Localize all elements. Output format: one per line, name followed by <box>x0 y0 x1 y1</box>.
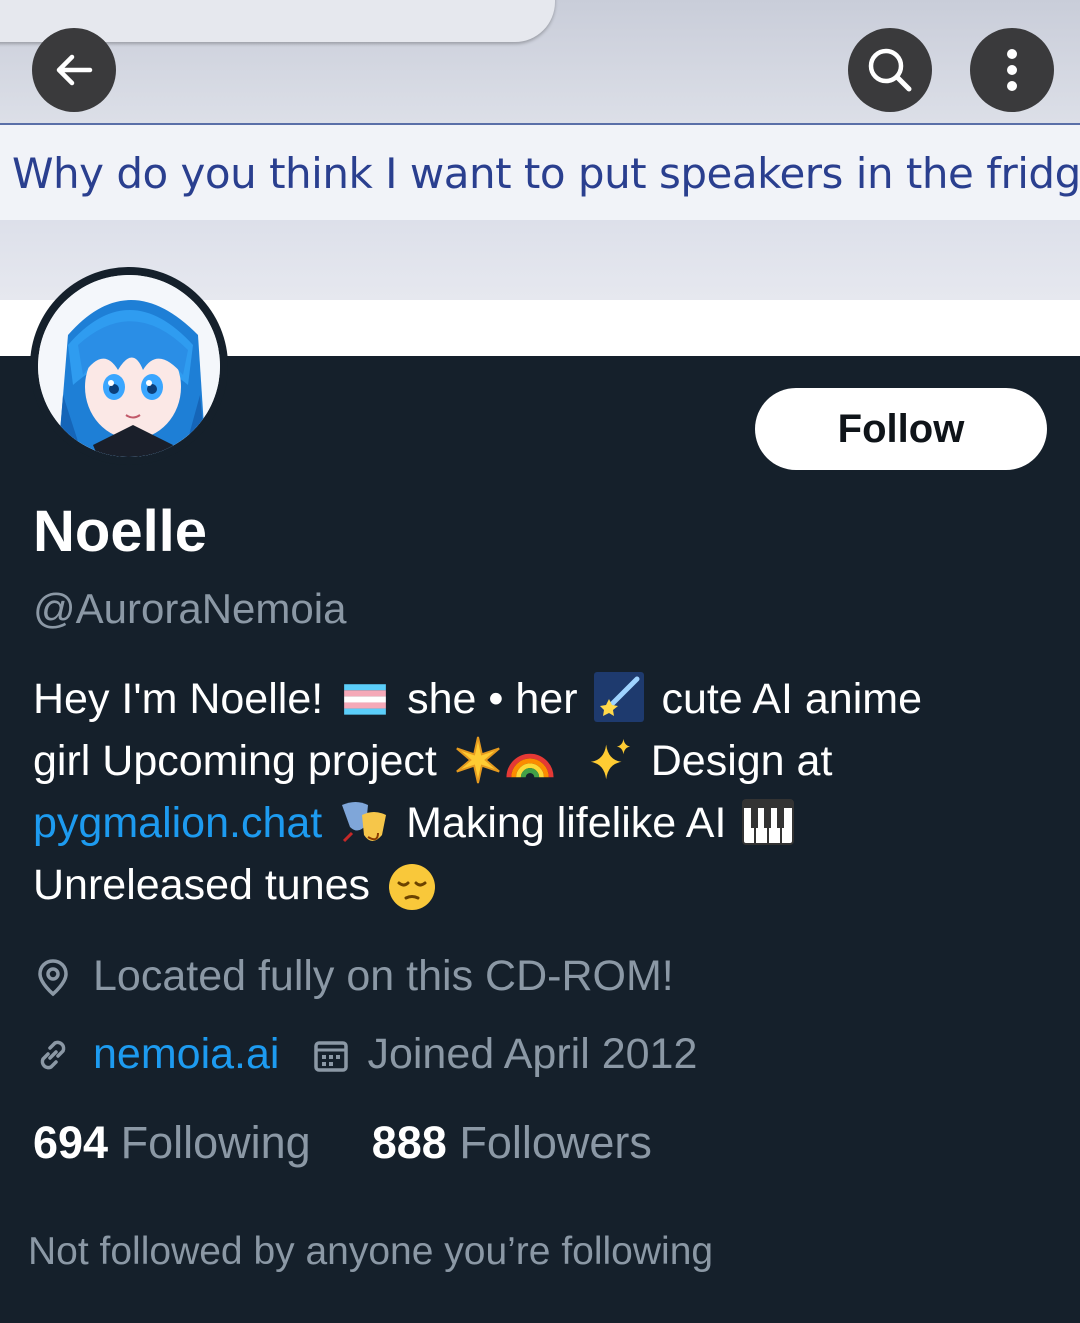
following-link[interactable]: 694 Following <box>33 1117 311 1168</box>
mutual-followers-note: Not followed by anyone you’re following <box>28 1230 714 1273</box>
transgender-flag-icon <box>344 684 387 715</box>
bio-text-2: she • her <box>407 675 578 723</box>
username-handle: @AuroraNemoia <box>33 585 347 632</box>
avatar[interactable] <box>30 267 228 465</box>
pensive-face-icon <box>389 864 436 910</box>
following-count: 694 <box>33 1117 109 1168</box>
bio-text-6: Unreleased tunes <box>33 861 371 909</box>
search-icon <box>868 48 912 92</box>
joined-date: Joined April 2012 <box>367 1030 698 1078</box>
location-pin-icon <box>38 958 68 996</box>
back-button[interactable] <box>32 28 116 112</box>
banner-quote-text: Why do you think I want to put speakers … <box>12 149 1080 198</box>
bio-text-3a: cute AI anime <box>661 675 922 723</box>
more-vertical-icon <box>1007 49 1017 91</box>
rainbow-icon <box>506 753 554 778</box>
performing-arts-icon <box>342 802 387 843</box>
bio-text-5: Making lifelike AI <box>406 799 727 847</box>
website-link[interactable]: nemoia.ai <box>93 1030 279 1079</box>
follow-button[interactable]: Follow <box>755 388 1047 470</box>
website-joined-row: nemoia.ai Joined April 2012 <box>33 1030 697 1079</box>
calendar-icon <box>314 1040 349 1072</box>
sparkle-burst-icon <box>456 736 500 784</box>
following-label: Following <box>120 1117 311 1168</box>
sparkles-icon <box>590 738 630 780</box>
bio-text-4: Design at <box>650 737 833 785</box>
followers-label: Followers <box>459 1117 652 1168</box>
bio-text-1: Hey I'm Noelle! <box>33 675 324 723</box>
piano-keys-icon <box>742 799 795 845</box>
display-name: Noelle <box>33 499 208 564</box>
link-icon <box>40 1040 66 1069</box>
search-button[interactable] <box>848 28 932 112</box>
bio-link-pygmalion[interactable]: pygmalion.chat <box>33 799 322 847</box>
avatar-image <box>38 275 220 457</box>
more-options-button[interactable] <box>970 28 1054 112</box>
follow-stats: 694 Following 888 Followers <box>33 1117 652 1169</box>
banner-quote-strip: Why do you think I want to put speakers … <box>0 123 1080 222</box>
bio-text-3: girl Upcoming project <box>33 737 437 785</box>
followers-count: 888 <box>371 1117 447 1168</box>
location-row: Located fully on this CD-ROM! <box>33 952 674 1001</box>
location-text: Located fully on this CD-ROM! <box>93 952 674 1000</box>
followers-link[interactable]: 888 Followers <box>372 1117 652 1168</box>
profile-bio: Hey I'm Noelle! she • her cute AI anime … <box>33 668 1033 916</box>
arrow-left-icon <box>56 54 93 86</box>
shooting-star-icon <box>594 672 645 722</box>
